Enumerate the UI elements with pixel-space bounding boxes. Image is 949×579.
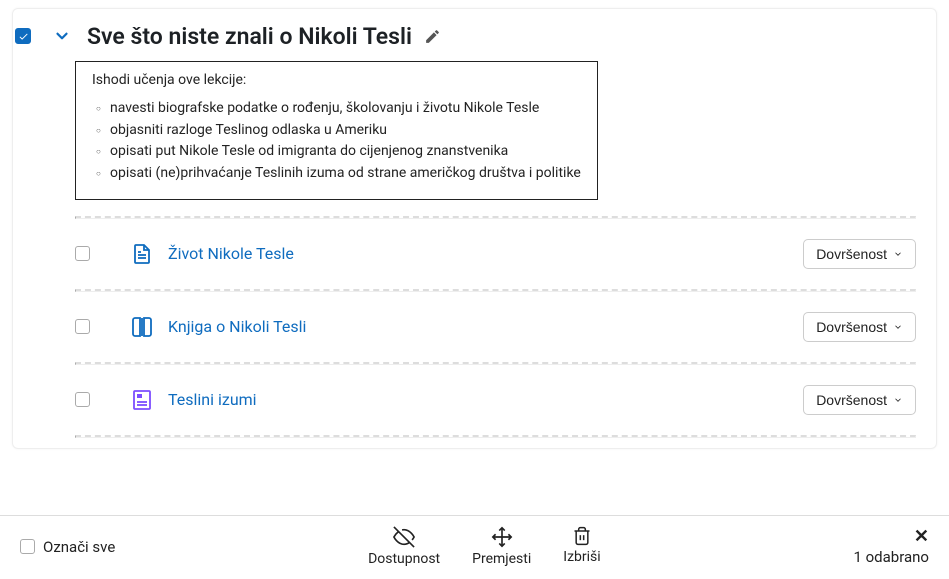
move-label: Premjesti [472, 551, 531, 567]
availability-label: Dostupnost [368, 551, 440, 567]
outcomes-heading: Ishodi učenja ove lekcije: [92, 72, 581, 88]
section-checkbox[interactable] [15, 28, 31, 44]
completion-label: Dovršenost [816, 319, 887, 335]
outcomes-item: opisati put Nikole Tesle od imigranta do… [96, 141, 581, 163]
activity-checkbox[interactable] [75, 392, 90, 407]
divider [75, 435, 916, 438]
outcomes-item: navesti biografske podatke o rođenju, šk… [96, 98, 581, 120]
activity-link[interactable]: Život Nikole Tesle [168, 244, 294, 263]
chevron-down-icon [893, 249, 903, 259]
activity-checkbox[interactable] [75, 319, 90, 334]
pencil-icon[interactable] [424, 28, 441, 45]
completion-button[interactable]: Dovršenost [803, 239, 916, 269]
section-header: Sve što niste znali o Nikoli Tesli [33, 17, 916, 61]
chevron-down-icon [893, 322, 903, 332]
glossary-icon [130, 388, 154, 412]
activity-list: Život Nikole Tesle Dovršenost Knjiga o N… [75, 216, 916, 438]
section-panel: Sve što niste znali o Nikoli Tesli Ishod… [12, 8, 937, 449]
activity-row: Teslini izumi Dovršenost [75, 365, 916, 435]
outcomes-box: Ishodi učenja ove lekcije: navesti biogr… [75, 61, 598, 200]
outcomes-item: opisati (ne)prihvaćanje Teslinih izuma o… [96, 163, 581, 185]
completion-label: Dovršenost [816, 246, 887, 262]
select-all-checkbox[interactable] [20, 539, 35, 554]
move-icon [491, 526, 513, 548]
completion-button[interactable]: Dovršenost [803, 312, 916, 342]
activity-row: Knjiga o Nikoli Tesli Dovršenost [75, 292, 916, 362]
chevron-down-icon[interactable] [47, 21, 77, 51]
eye-off-icon [393, 526, 415, 548]
select-all-label: Označi sve [43, 538, 115, 556]
completion-button[interactable]: Dovršenost [803, 385, 916, 415]
page-icon [130, 242, 154, 266]
availability-button[interactable]: Dostupnost [368, 526, 440, 567]
close-icon[interactable]: ✕ [914, 528, 929, 546]
selected-count: 1 odabrano [853, 548, 929, 566]
activity-link[interactable]: Teslini izumi [168, 390, 257, 409]
activity-row: Život Nikole Tesle Dovršenost [75, 219, 916, 289]
activity-link[interactable]: Knjiga o Nikoli Tesli [168, 317, 306, 336]
delete-button[interactable]: Izbriši [563, 526, 600, 567]
section-title: Sve što niste znali o Nikoli Tesli [87, 23, 412, 50]
trash-icon [572, 526, 592, 546]
toolbar-right: ✕ 1 odabrano [853, 528, 929, 566]
toolbar-actions: Dostupnost Premjesti Izbriši [368, 526, 601, 567]
activity-checkbox[interactable] [75, 246, 90, 261]
chevron-down-icon [893, 395, 903, 405]
book-icon [130, 315, 154, 339]
outcomes-item: objasniti razloge Teslinog odlaska u Ame… [96, 120, 581, 142]
delete-label: Izbriši [563, 549, 600, 565]
completion-label: Dovršenost [816, 392, 887, 408]
bulk-action-toolbar: Označi sve Dostupnost Premjesti Izbriši … [0, 515, 949, 579]
select-all-wrap: Označi sve [20, 538, 115, 556]
outcomes-list: navesti biografske podatke o rođenju, šk… [92, 98, 581, 185]
move-button[interactable]: Premjesti [472, 526, 531, 567]
